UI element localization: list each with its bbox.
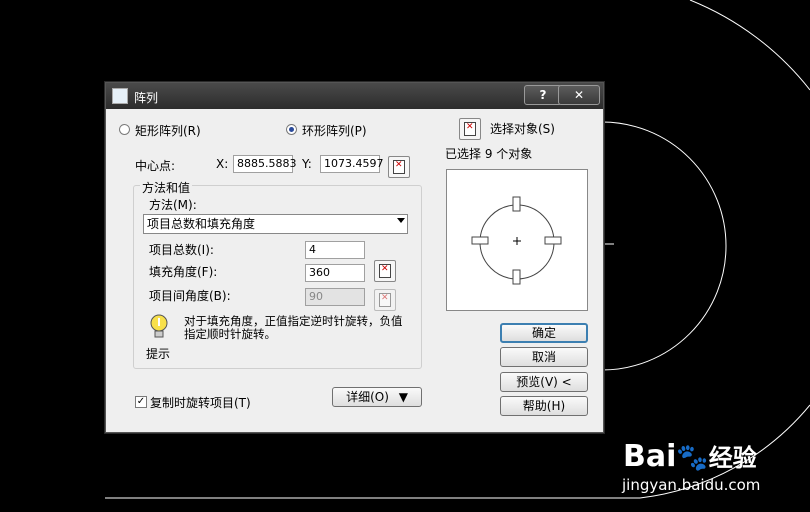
tip-text: 对于填充角度，正值指定逆时针旋转，负值指定顺时针旋转。 (184, 314, 403, 341)
help-button[interactable]: 帮助(H) (500, 396, 588, 416)
array-app-icon (112, 88, 128, 104)
chevron-down-icon (397, 218, 405, 223)
center-y-input[interactable]: 1073.4597 (320, 155, 384, 173)
polar-array-label[interactable]: 环形阵列(P) (302, 122, 367, 139)
baidu-brand: Bai (623, 439, 677, 474)
rotate-items-checkbox[interactable]: ✓ (135, 396, 147, 408)
preview-item-top (512, 196, 521, 212)
fill-angle-label: 填充角度(F): (149, 265, 218, 279)
preview-item-bottom (512, 269, 521, 285)
y-label: Y: (302, 157, 312, 171)
cad-arc-outer-top (689, 0, 810, 91)
center-x-input[interactable]: 8885.5883 (233, 155, 297, 173)
ok-button[interactable]: 确定 (500, 323, 588, 343)
baidu-logo: Bai🐾经验 (623, 438, 757, 474)
watermark-url: jingyan.baidu.com (622, 476, 761, 494)
total-items-input[interactable]: 4 (305, 241, 365, 259)
cad-arc-inner (601, 121, 727, 371)
pick-fill-angle-button[interactable] (374, 260, 396, 282)
array-preview-drawing (471, 196, 562, 285)
paw-icon: 🐾 (676, 443, 709, 473)
expand-arrow-icon: ▼ (398, 390, 408, 404)
rotate-items-label[interactable]: 复制时旋转项目(T) (150, 394, 251, 411)
item-angle-label: 项目间角度(B): (149, 289, 231, 303)
fill-angle-input[interactable]: 360 (305, 264, 365, 282)
selected-count-text: 已选择 9 个对象 (445, 147, 533, 161)
baidu-brand-suffix: 经验 (708, 444, 757, 472)
x-label: X: (216, 157, 229, 171)
rect-array-label[interactable]: 矩形阵列(R) (135, 122, 201, 139)
help-title-button[interactable]: ? (524, 85, 562, 105)
tip-label: 提示 (146, 347, 171, 361)
select-objects-button[interactable] (459, 118, 481, 140)
dialog-titlebar: 阵列 ? ✕ (106, 83, 603, 109)
preview-item-left (471, 236, 489, 245)
select-objects-label: 选择对象(S) (490, 122, 555, 136)
method-label: 方法(M): (149, 198, 197, 212)
array-dialog: 阵列 ? ✕ 矩形阵列(R) 环形阵列(P) 选择对象(S) 已选择 9 个对象… (105, 82, 604, 433)
center-point-label: 中心点: (135, 159, 176, 173)
pick-item-angle-button (374, 289, 396, 311)
polar-array-radio[interactable] (286, 124, 297, 135)
preview-button[interactable]: 预览(V) < (500, 372, 588, 392)
method-select-value: 项目总数和填充角度 (147, 217, 256, 231)
item-angle-input: 90 (305, 288, 365, 306)
method-values-title: 方法和值 (140, 179, 193, 196)
dialog-title: 阵列 (134, 91, 159, 105)
close-button[interactable]: ✕ (558, 85, 600, 105)
method-select[interactable]: 项目总数和填充角度 (143, 214, 408, 234)
details-button[interactable]: 详细(O) ▼ (332, 387, 422, 407)
lightbulb-icon (150, 314, 168, 338)
total-items-label: 项目总数(I): (149, 243, 214, 257)
preview-item-right (544, 236, 562, 245)
rect-array-radio[interactable] (119, 124, 130, 135)
preview-pane (446, 169, 588, 311)
pick-center-button[interactable] (388, 156, 410, 178)
cancel-button[interactable]: 取消 (500, 347, 588, 367)
details-button-label: 详细(O) (346, 390, 389, 404)
